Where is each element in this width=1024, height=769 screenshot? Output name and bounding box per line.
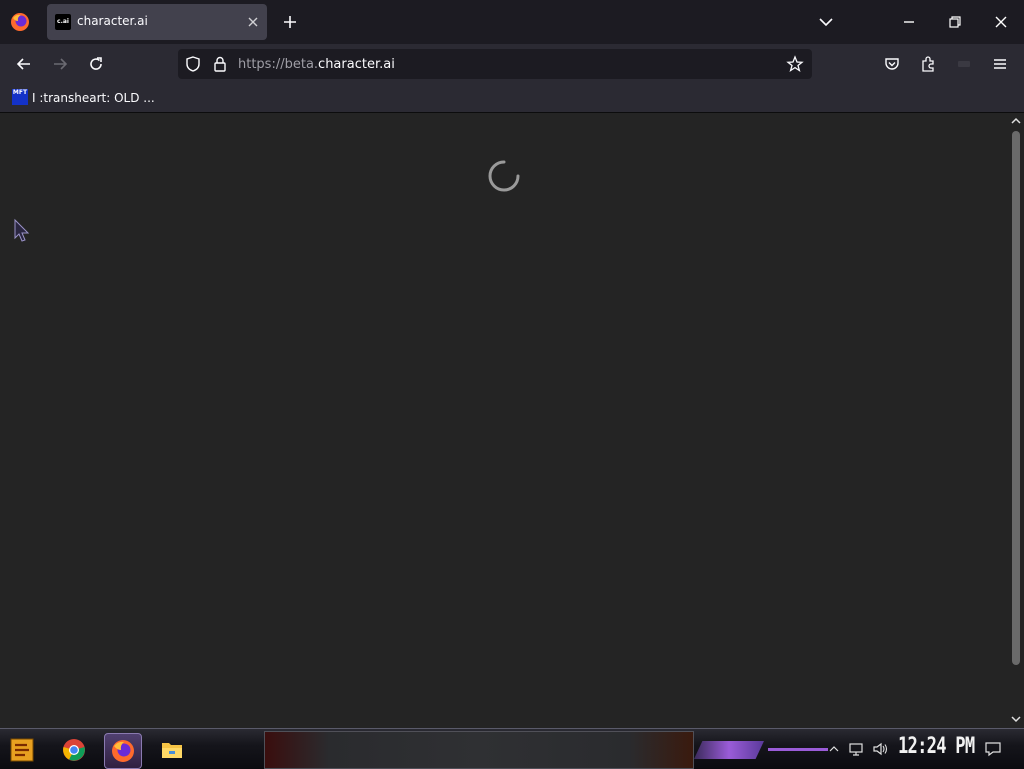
network-icon[interactable] [848,741,864,757]
file-explorer-taskbar-button[interactable] [154,733,190,767]
tracking-protection-shield-icon[interactable] [184,55,202,73]
url-domain: character.ai [318,57,395,72]
page-content [0,113,1008,728]
navigation-toolbar: https://beta.character.ai [0,44,1024,84]
app-menu-button[interactable] [986,52,1014,76]
scrollbar-thumb[interactable] [1012,131,1020,665]
scroll-down-icon[interactable] [1010,713,1022,725]
puzzle-piece-icon [922,56,934,72]
close-tab-icon[interactable] [243,12,263,32]
close-window-button[interactable] [978,0,1024,44]
extensions-button[interactable] [914,52,942,76]
file-explorer-icon [162,743,182,758]
chrome-icon [63,739,85,761]
forward-arrow-icon [54,58,68,70]
extension-button[interactable] [950,52,978,76]
vertical-scrollbar[interactable] [1008,113,1024,728]
firefox-menu-icon[interactable] [10,12,30,32]
start-button[interactable] [4,733,40,767]
close-icon [995,16,1007,28]
bookmark-item[interactable]: MFT I :transheart: OLD ... [8,86,158,110]
reload-icon [90,57,102,70]
pocket-button[interactable] [878,52,906,76]
taskbar-clock[interactable]: 12:24 PM [898,734,975,759]
url-text[interactable]: https://beta.character.ai [238,57,395,72]
tab-title: character.ai [77,14,148,28]
forward-button[interactable] [46,52,74,76]
taskbar-accent-line [768,748,828,751]
taskbar-decoration [694,741,764,759]
extension-icon [958,61,970,67]
firefox-icon [112,740,134,762]
url-prefix: https://beta. [238,57,319,72]
bookmark-star-icon[interactable] [786,55,804,73]
address-bar[interactable]: https://beta.character.ai [178,49,812,79]
minimize-icon [904,21,914,23]
notifications-icon[interactable] [984,740,1002,758]
bookmark-label: I :transheart: OLD ... [32,91,155,105]
list-all-tabs-icon[interactable] [816,12,836,32]
tab-strip: c.ai character.ai [0,0,1024,44]
mouse-cursor-icon [12,218,34,244]
bookmarks-toolbar: MFT I :transheart: OLD ... [0,84,1024,113]
taskbar-window-preview [264,731,694,769]
chrome-taskbar-button[interactable] [56,733,92,767]
restore-icon [949,16,961,28]
new-tab-icon[interactable] [280,12,300,32]
volume-icon[interactable] [872,741,888,757]
tab-favicon: c.ai [55,14,71,30]
bookmark-favicon: MFT [12,89,28,105]
firefox-taskbar-button[interactable] [104,733,142,769]
restore-button[interactable] [932,0,978,44]
tab-character-ai[interactable]: c.ai character.ai [47,4,267,40]
back-button[interactable] [10,52,38,76]
minimize-button[interactable] [886,0,932,44]
lock-icon[interactable] [211,55,229,73]
hamburger-menu-icon [994,59,1006,69]
loading-spinner-icon [486,158,522,194]
start-icon [10,738,34,762]
scroll-up-icon[interactable] [1010,115,1022,127]
back-arrow-icon [16,58,30,70]
pocket-icon [885,58,899,70]
taskbar: 12:24 PM [0,728,1024,769]
reload-button[interactable] [82,52,110,76]
show-hidden-icons-icon[interactable] [826,741,842,757]
